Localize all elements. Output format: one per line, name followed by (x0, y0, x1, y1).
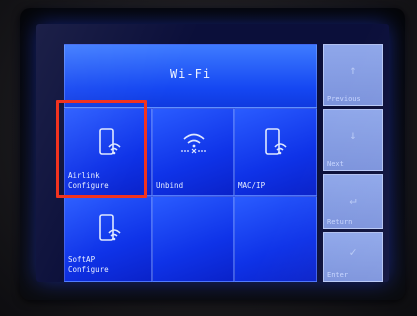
tile-empty (234, 196, 317, 282)
previous-button[interactable]: ↑ Previous (323, 44, 383, 106)
phone-wifi-icon (265, 128, 287, 155)
side-button-label: Return (327, 218, 353, 226)
wifi-unbind-icon (181, 133, 207, 154)
enter-button[interactable]: ✓ Enter (323, 232, 383, 282)
tile-label-line2: Configure (68, 265, 109, 274)
tile-label: Unbind (156, 181, 184, 190)
selection-highlight (56, 100, 147, 198)
tile-empty (152, 196, 234, 282)
tile-label-line1: SoftAP (68, 255, 96, 264)
side-button-label: Next (327, 160, 344, 168)
next-button[interactable]: ↓ Next (323, 109, 383, 171)
tile-unbind[interactable]: Unbind (152, 108, 234, 196)
arrow-down-icon: ↓ (349, 128, 357, 142)
return-button[interactable]: ↵ Return (323, 174, 383, 229)
tile-softap-configure[interactable]: SoftAP Configure (64, 196, 152, 282)
device-photo: Wi-Fi Airlink Configure Unbind MAC/IP So… (0, 0, 417, 316)
tile-mac-ip[interactable]: MAC/IP (234, 108, 317, 196)
check-icon: ✓ (349, 245, 357, 259)
arrow-up-icon: ↑ (349, 63, 357, 77)
return-icon: ↵ (349, 193, 357, 207)
side-button-label: Enter (327, 271, 349, 279)
wifi-title-bar: Wi-Fi (64, 44, 317, 108)
phone-wifi-icon (99, 214, 121, 241)
side-button-label: Previous (327, 95, 361, 103)
page-title: Wi-Fi (169, 67, 212, 81)
tile-label: MAC/IP (238, 181, 266, 190)
